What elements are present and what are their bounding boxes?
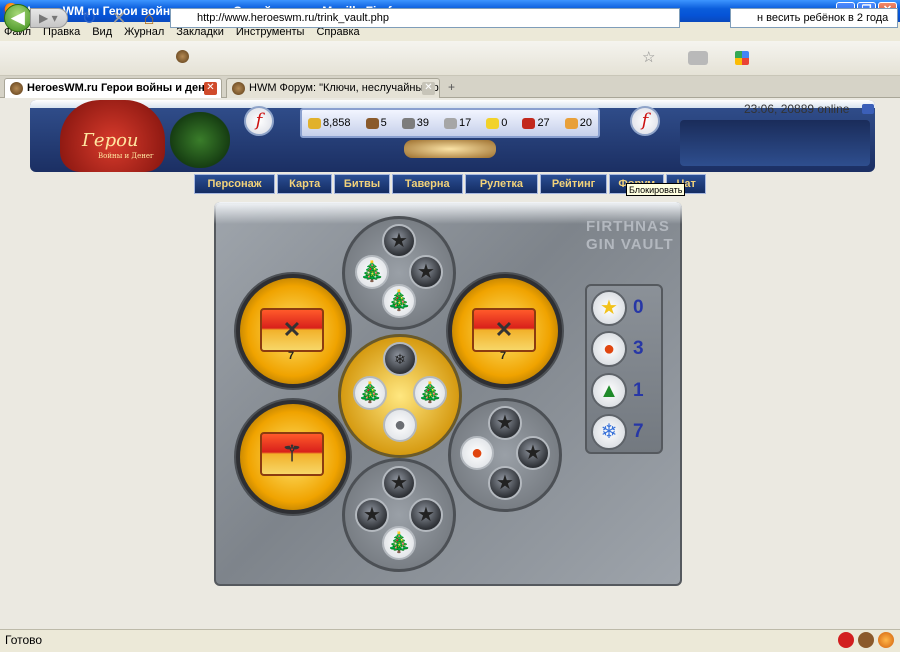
star-slot[interactable]: ★	[409, 255, 443, 289]
gem-icon	[564, 117, 578, 129]
forward-button[interactable]: ▶ ▾	[30, 8, 68, 28]
reload-icon[interactable]: ↻	[78, 8, 100, 28]
star-slot[interactable]: ★	[355, 498, 389, 532]
star-icon: ★	[591, 290, 627, 326]
tree-icon: ▲	[591, 373, 627, 409]
counter-tree: ▲ 1	[591, 373, 661, 411]
gifts-decoration	[404, 140, 496, 158]
star-slot[interactable]: ★	[382, 224, 416, 258]
tree-slot[interactable]: 🎄	[382, 284, 416, 318]
item-counters-panel: ★ 0 ● 3 ▲ 1 ❄ 7	[585, 284, 663, 454]
chest-swords-right[interactable]: ✕	[472, 308, 536, 352]
tab-favicon	[10, 82, 23, 95]
snowflake-slot-dark[interactable]: ❄	[383, 342, 417, 376]
resource-wood: 5	[365, 117, 387, 129]
star-slot[interactable]: ★	[409, 498, 443, 532]
nav-tavern[interactable]: Таверна	[391, 174, 463, 194]
game-logo-sack[interactable]: Герои Войны и Денег	[60, 100, 165, 172]
nav-map[interactable]: Карта	[277, 174, 333, 194]
chest-level: 7	[500, 350, 507, 362]
resource-crystals: 27	[522, 117, 550, 129]
star-count: 0	[633, 297, 644, 318]
pumpkin-count: 3	[633, 338, 644, 359]
gray-pumpkin-slot[interactable]: ●	[383, 408, 417, 442]
firefox-addon-icon[interactable]	[878, 632, 894, 648]
status-bar: Готово	[0, 629, 900, 652]
counter-pumpkin: ● 3	[591, 331, 661, 369]
pumpkin-icon: ●	[591, 331, 627, 367]
resource-gems: 20	[564, 117, 592, 129]
resource-ore: 39	[401, 117, 429, 129]
snowflake-icon: ❄	[591, 414, 627, 450]
search-input[interactable]: н весить ребёнок в 2 года	[730, 8, 898, 28]
gold-icon	[308, 117, 321, 129]
tab-close-icon[interactable]: ✕	[422, 82, 435, 95]
url-bar[interactable]: http://www.heroeswm.ru/trink_vault.php	[170, 8, 680, 28]
status-text: Готово	[5, 633, 43, 647]
tree-slot[interactable]: 🎄	[382, 526, 416, 560]
chest-swords-left[interactable]: ✕	[260, 308, 324, 352]
star-slot[interactable]: ★	[382, 466, 416, 500]
crystal-icon	[522, 117, 536, 129]
nav-character[interactable]: Персонаж	[194, 174, 276, 194]
christmas-tree-decoration	[170, 112, 230, 168]
home-icon[interactable]: ⌂	[138, 8, 160, 28]
star-slot[interactable]: ★	[516, 436, 550, 470]
navigation-toolbar	[0, 41, 900, 76]
counter-star: ★ 0	[591, 290, 661, 328]
chest-staff[interactable]: ⚚	[260, 432, 324, 476]
flash-icon[interactable]: f	[244, 106, 274, 136]
night-castle-scene	[680, 120, 870, 166]
star-slot[interactable]: ★	[488, 466, 522, 500]
bookmark-star-icon[interactable]: ☆	[642, 50, 655, 66]
block-tooltip: Блокировать	[626, 183, 686, 196]
google-search-icon[interactable]	[735, 51, 749, 65]
wood-icon	[365, 117, 379, 129]
flash-icon[interactable]: f	[630, 106, 660, 136]
tab-favicon	[232, 82, 245, 95]
tab-forum[interactable]: HWM Форум: "Ключи, неслучайный р...	[226, 78, 440, 98]
nav-roulette[interactable]: Рулетка	[464, 174, 538, 194]
mercury-icon	[444, 117, 457, 129]
site-favicon	[176, 50, 189, 63]
nav-battles[interactable]: Битвы	[334, 174, 390, 194]
stop-icon[interactable]: ✕	[108, 8, 130, 28]
star-slot[interactable]: ★	[488, 406, 522, 440]
white-tree-slot[interactable]: 🎄	[353, 376, 387, 410]
sulfur-icon	[486, 117, 500, 129]
vault-logo: FIRTHNAS GIN VAULT	[586, 218, 674, 253]
mail-icon[interactable]	[862, 104, 874, 114]
server-clock: 23:06, 20889 online	[744, 102, 850, 116]
pumpkin-slot[interactable]: ●	[460, 436, 494, 470]
tab-close-icon[interactable]: ✕	[204, 82, 217, 95]
greasemonkey-icon[interactable]	[858, 632, 874, 648]
resource-sulfur: 0	[486, 117, 507, 129]
nav-rating[interactable]: Рейтинг	[539, 174, 608, 194]
adblock-icon[interactable]	[838, 632, 854, 648]
url-text: http://www.heroeswm.ru/trink_vault.php	[197, 12, 389, 24]
new-tab-button[interactable]: +	[448, 80, 455, 94]
resource-mercury: 17	[444, 117, 471, 129]
tab-heroeswm[interactable]: HeroesWM.ru Герои войны и ден...	[4, 78, 222, 98]
back-button[interactable]: ◀	[4, 4, 32, 32]
resource-gold: 8,858	[308, 117, 351, 129]
white-tree-slot[interactable]: 🎄	[413, 376, 447, 410]
camera-icon[interactable]	[688, 51, 708, 65]
tree-slot[interactable]: 🎄	[355, 255, 389, 289]
resources-bar: 8,858 5 39 17 0 27 20	[300, 108, 600, 138]
tree-count: 1	[633, 380, 644, 401]
chest-level: 7	[288, 350, 295, 362]
ore-icon	[401, 117, 415, 129]
counter-snowflake: ❄ 7	[591, 414, 661, 452]
snowflake-count: 7	[633, 421, 644, 442]
